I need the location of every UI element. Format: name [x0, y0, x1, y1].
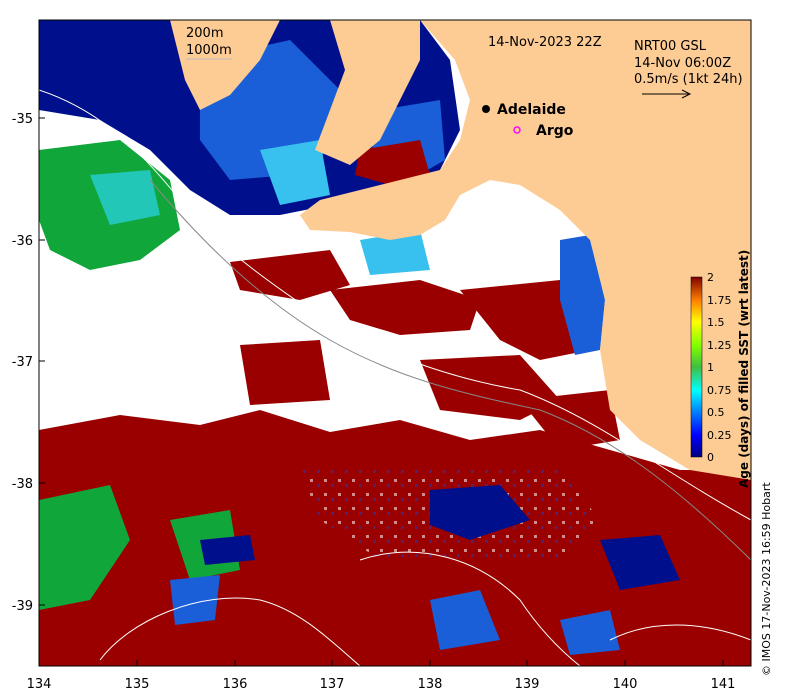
argo-label: Argo: [536, 123, 574, 139]
y-tick-label: -36: [12, 234, 33, 249]
y-tick-label: -35: [12, 112, 33, 127]
x-tick-label: 134: [27, 677, 52, 692]
contour-legend-1000m: 1000m: [186, 43, 232, 58]
place-label: Adelaide: [497, 102, 566, 118]
city-dot-icon: [482, 105, 490, 113]
x-tick-label: 135: [125, 677, 150, 692]
current-scale: 0.5m/s (1kt 24h): [634, 72, 743, 87]
credit-text: © IMOS 17-Nov-2023 16:59 Hobart: [760, 482, 773, 676]
x-tick-label: 137: [320, 677, 345, 692]
colorbar-tick: 1.25: [707, 339, 732, 352]
sst-age-map: 134 135 136 137 138 139 140 141 -35 -36 …: [12, 19, 752, 692]
current-source: NRT00 GSL: [634, 39, 707, 54]
x-tick-label: 139: [515, 677, 540, 692]
colorbar-tick: 0.25: [707, 429, 732, 442]
colorbar-tick: 1.5: [707, 316, 725, 329]
x-tick-label: 141: [711, 677, 736, 692]
date-label: 14-Nov-2023 22Z: [488, 35, 602, 50]
contour-legend-200m: 200m: [186, 26, 223, 41]
colorbar-tick: 0.75: [707, 384, 732, 397]
current-time: 14-Nov 06:00Z: [634, 56, 731, 71]
colorbar-ramp: [690, 276, 703, 458]
x-tick-label: 138: [418, 677, 443, 692]
colorbar-tick: 1.75: [707, 294, 732, 307]
y-tick-label: -38: [12, 477, 33, 492]
colorbar-label: Age (days) of filled SST (wrt latest): [737, 250, 751, 488]
x-tick-label: 140: [613, 677, 638, 692]
colorbar-tick: 2: [707, 271, 714, 284]
y-tick-label: -39: [12, 599, 33, 614]
colorbar-tick: 0: [707, 451, 714, 464]
x-tick-label: 136: [223, 677, 248, 692]
colorbar-tick: 1: [707, 361, 714, 374]
map-plot-area: [39, 20, 751, 666]
colorbar-tick: 0.5: [707, 406, 725, 419]
y-tick-label: -37: [12, 355, 33, 370]
